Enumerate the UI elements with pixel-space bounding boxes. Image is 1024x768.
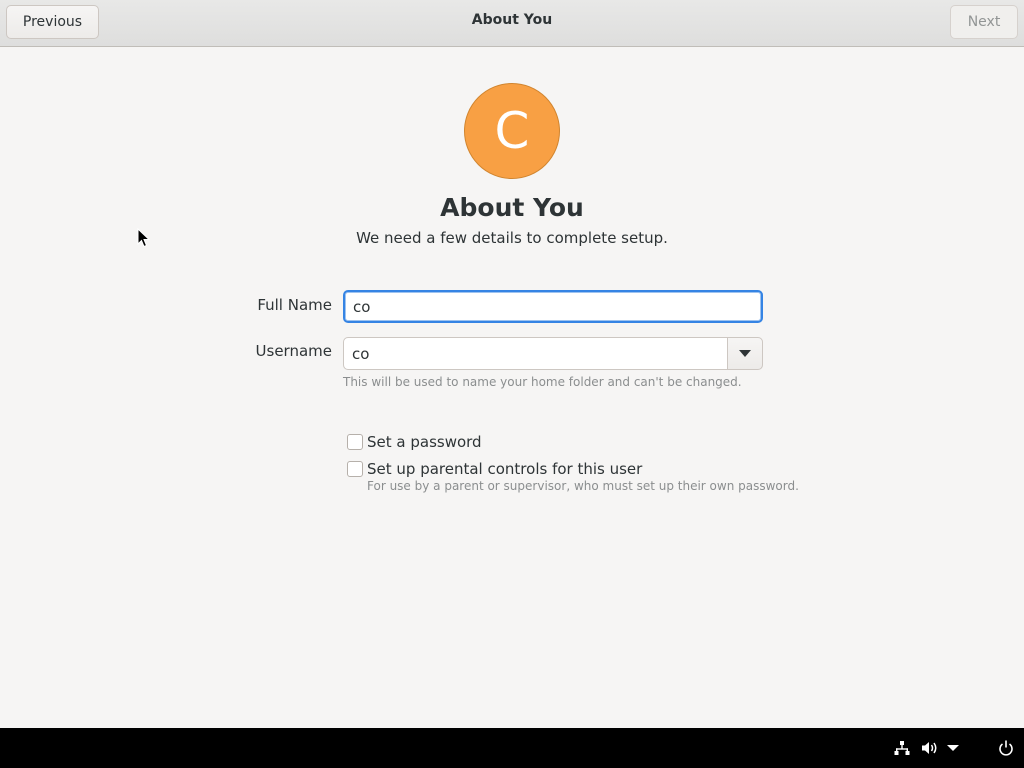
username-input[interactable]	[343, 337, 728, 370]
volume-icon[interactable]	[921, 740, 939, 756]
set-password-label: Set a password	[367, 433, 482, 451]
parental-controls-option[interactable]: Set up parental controls for this user	[347, 460, 642, 478]
parental-controls-label: Set up parental controls for this user	[367, 460, 643, 478]
username-combo	[343, 337, 763, 370]
chevron-down-icon	[739, 350, 751, 357]
parental-controls-hint: For use by a parent or supervisor, who m…	[367, 479, 799, 493]
avatar[interactable]: C	[464, 83, 560, 179]
username-label: Username	[255, 342, 332, 360]
page-title: About You	[440, 193, 584, 222]
mouse-pointer-icon	[137, 228, 151, 248]
parental-controls-checkbox[interactable]	[347, 461, 363, 477]
full-name-label: Full Name	[257, 296, 332, 314]
system-menu-arrow-icon[interactable]	[947, 745, 959, 761]
set-password-checkbox[interactable]	[347, 434, 363, 450]
bottom-panel	[0, 728, 1024, 768]
network-icon[interactable]	[894, 740, 910, 756]
username-dropdown-button[interactable]	[727, 337, 763, 370]
full-name-input[interactable]	[343, 290, 763, 323]
page-subtitle: We need a few details to complete setup.	[356, 229, 668, 247]
avatar-initial: C	[494, 102, 530, 160]
header-title: About You	[471, 12, 553, 28]
username-hint: This will be used to name your home fold…	[343, 375, 742, 389]
next-button[interactable]: Next	[950, 5, 1018, 39]
set-password-option[interactable]: Set a password	[347, 433, 482, 451]
header-bar: Previous About You Next	[0, 0, 1024, 47]
power-icon[interactable]	[998, 740, 1014, 756]
